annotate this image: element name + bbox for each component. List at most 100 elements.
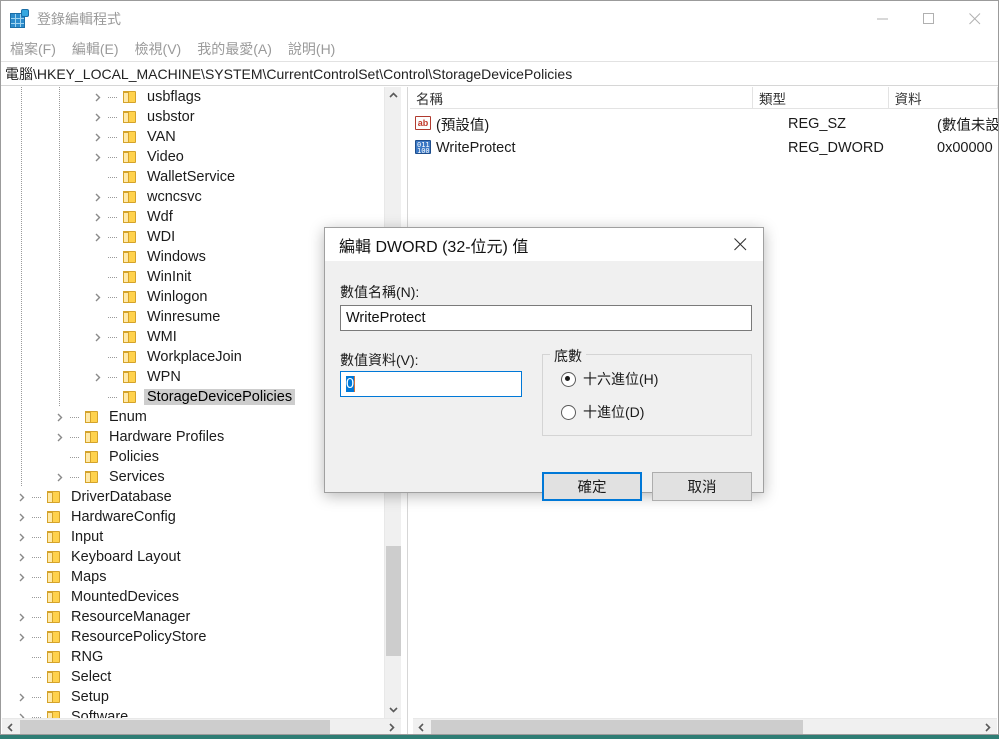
- tree-item-mounteddevices[interactable]: MountedDevices: [1, 587, 391, 607]
- chevron-right-icon[interactable]: [89, 207, 105, 227]
- chevron-right-icon[interactable]: [13, 627, 29, 647]
- tree-item-wdf[interactable]: Wdf: [1, 207, 391, 227]
- tree-guide-line: [21, 387, 22, 407]
- address-bar[interactable]: 電腦\HKEY_LOCAL_MACHINE\SYSTEM\CurrentCont…: [1, 61, 998, 86]
- value-data-input[interactable]: 0: [340, 371, 522, 397]
- chevron-right-icon[interactable]: [89, 287, 105, 307]
- chevron-right-icon[interactable]: [89, 127, 105, 147]
- tree-item-label: WPN: [147, 369, 181, 385]
- chevron-right-icon[interactable]: [89, 147, 105, 167]
- close-icon: [969, 12, 981, 24]
- values-horizontal-scrollbar[interactable]: [413, 718, 997, 734]
- tree-item-van[interactable]: VAN: [1, 127, 391, 147]
- chevron-right-icon[interactable]: [51, 427, 67, 447]
- chevron-right-icon[interactable]: [13, 487, 29, 507]
- chevron-right-icon[interactable]: [13, 527, 29, 547]
- value-row[interactable]: 011 100 WriteProtect REG_DWORD 0x00000: [410, 137, 998, 159]
- tree-twisty-spacer: [13, 587, 29, 607]
- chevron-right-icon[interactable]: [89, 367, 105, 387]
- tree-item-maps[interactable]: Maps: [1, 567, 391, 587]
- chevron-right-icon[interactable]: [89, 327, 105, 347]
- tree-connector: [105, 227, 121, 247]
- chevron-right-icon[interactable]: [89, 107, 105, 127]
- tree-item-label: Input: [71, 529, 104, 545]
- column-header-2[interactable]: 資料: [889, 87, 998, 108]
- menu-item-0[interactable]: 檔案(F): [3, 37, 63, 61]
- menu-item-4[interactable]: 說明(H): [281, 37, 342, 61]
- chevron-right-icon[interactable]: [13, 607, 29, 627]
- column-header-1[interactable]: 類型: [753, 87, 889, 108]
- values-hscroll-thumb[interactable]: [431, 720, 803, 734]
- values-scroll-right-button[interactable]: [979, 719, 996, 734]
- tree-scroll-up-button[interactable]: [385, 87, 402, 104]
- tree-scroll-down-button[interactable]: [385, 701, 402, 718]
- menu-item-1[interactable]: 編輯(E): [65, 37, 126, 61]
- chevron-right-icon[interactable]: [13, 567, 29, 587]
- tree-connector: [105, 367, 121, 387]
- tree-connector: [105, 347, 121, 367]
- close-button[interactable]: [952, 1, 998, 36]
- menu-item-3[interactable]: 我的最愛(A): [190, 37, 279, 61]
- tree-item-resourcepolicystore[interactable]: ResourcePolicyStore: [1, 627, 391, 647]
- value-name-input[interactable]: WriteProtect: [340, 305, 752, 331]
- tree-scroll-thumb[interactable]: [386, 546, 401, 656]
- tree-scroll-right-button[interactable]: [383, 719, 400, 734]
- chevron-right-icon[interactable]: [13, 547, 29, 567]
- chevron-right-icon[interactable]: [89, 87, 105, 107]
- chevron-up-icon: [389, 92, 398, 98]
- tree-item-keyboard-layout[interactable]: Keyboard Layout: [1, 547, 391, 567]
- folder-icon: [46, 490, 63, 504]
- tree-item-resourcemanager[interactable]: ResourceManager: [1, 607, 391, 627]
- chevron-right-icon[interactable]: [51, 407, 67, 427]
- tree-scroll-left-button[interactable]: [2, 719, 19, 734]
- tree-item-walletservice[interactable]: WalletService: [1, 167, 391, 187]
- column-header-0[interactable]: 名稱: [410, 87, 754, 108]
- chevron-left-icon: [7, 722, 13, 732]
- tree-horizontal-scrollbar[interactable]: [2, 718, 401, 734]
- chevron-right-icon[interactable]: [89, 227, 105, 247]
- ok-button[interactable]: 確定: [542, 472, 642, 501]
- tree-connector: [105, 147, 121, 167]
- value-row[interactable]: ab (預設值) REG_SZ (數值未設: [410, 113, 998, 135]
- tree-guide-line: [59, 247, 60, 267]
- folder-icon: [122, 390, 139, 404]
- radio-decimal[interactable]: 十進位(D): [561, 402, 644, 422]
- chevron-right-icon[interactable]: [51, 467, 67, 487]
- tree-item-wcncsvc[interactable]: wcncsvc: [1, 187, 391, 207]
- tree-guide-line: [59, 227, 60, 247]
- radio-hexadecimal[interactable]: 十六進位(H): [561, 369, 658, 389]
- dialog-close-button[interactable]: [718, 228, 763, 261]
- maximize-button[interactable]: [906, 1, 952, 36]
- cancel-button[interactable]: 取消: [652, 472, 752, 501]
- menu-item-2[interactable]: 檢視(V): [128, 37, 189, 61]
- cancel-button-label: 取消: [687, 480, 717, 496]
- tree-connector: [29, 627, 45, 647]
- tree-item-label: Hardware Profiles: [109, 429, 225, 445]
- tree-item-usbflags[interactable]: usbflags: [1, 87, 391, 107]
- tree-item-label: Enum: [109, 409, 147, 425]
- tree-item-input[interactable]: Input: [1, 527, 391, 547]
- minimize-button[interactable]: [860, 1, 906, 36]
- tree-connector: [105, 127, 121, 147]
- tree-hscroll-thumb[interactable]: [20, 720, 330, 734]
- tree-item-video[interactable]: Video: [1, 147, 391, 167]
- chevron-right-icon[interactable]: [89, 187, 105, 207]
- values-scroll-left-button[interactable]: [413, 719, 430, 734]
- tree-connector: [67, 427, 83, 447]
- chevron-right-icon[interactable]: [13, 687, 29, 707]
- tree-item-rng[interactable]: RNG: [1, 647, 391, 667]
- tree-item-hardwareconfig[interactable]: HardwareConfig: [1, 507, 391, 527]
- value-type: REG_SZ: [788, 116, 847, 132]
- radio-hexadecimal-icon: [561, 371, 576, 387]
- tree-item-usbstor[interactable]: usbstor: [1, 107, 391, 127]
- tree-connector: [105, 167, 121, 187]
- tree-item-select[interactable]: Select: [1, 667, 391, 687]
- chevron-right-icon[interactable]: [13, 507, 29, 527]
- tree-item-setup[interactable]: Setup: [1, 687, 391, 707]
